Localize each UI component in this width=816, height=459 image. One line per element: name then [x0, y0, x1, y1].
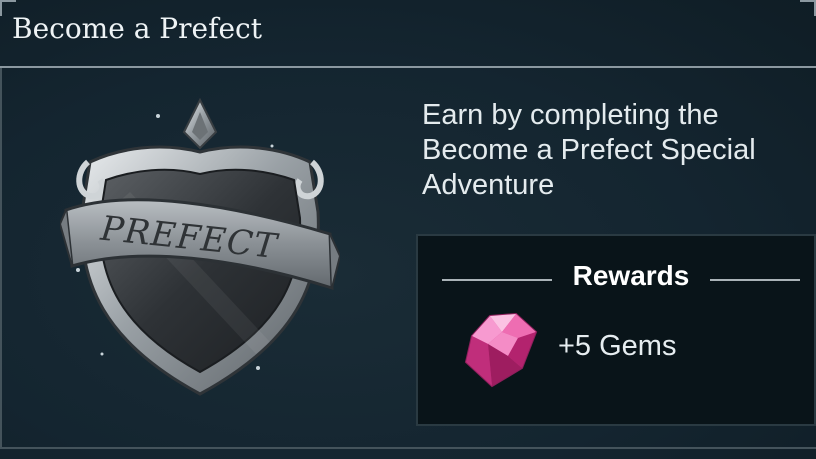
- frame-border-left: [0, 68, 2, 448]
- reward-gems-label: +5 Gems: [558, 330, 677, 362]
- achievement-description: Earn by completing the Become a Prefect …: [422, 99, 756, 201]
- rewards-divider-right: [710, 279, 800, 281]
- prefect-badge-icon: PREFECT: [58, 92, 342, 412]
- rewards-panel: Rewards +5 Gems: [416, 234, 816, 426]
- pink-gem-icon: [458, 310, 544, 390]
- achievement-detail-window: Become a Prefect PREFECT Earn by complet…: [0, 0, 816, 459]
- frame-corner-right: [800, 0, 816, 16]
- frame-border-bottom: [0, 447, 816, 449]
- header: Become a Prefect: [0, 0, 816, 66]
- header-divider: [0, 66, 816, 68]
- page-title: Become a Prefect: [12, 12, 262, 45]
- rewards-divider-left: [442, 279, 552, 281]
- rewards-title: Rewards: [572, 260, 690, 291]
